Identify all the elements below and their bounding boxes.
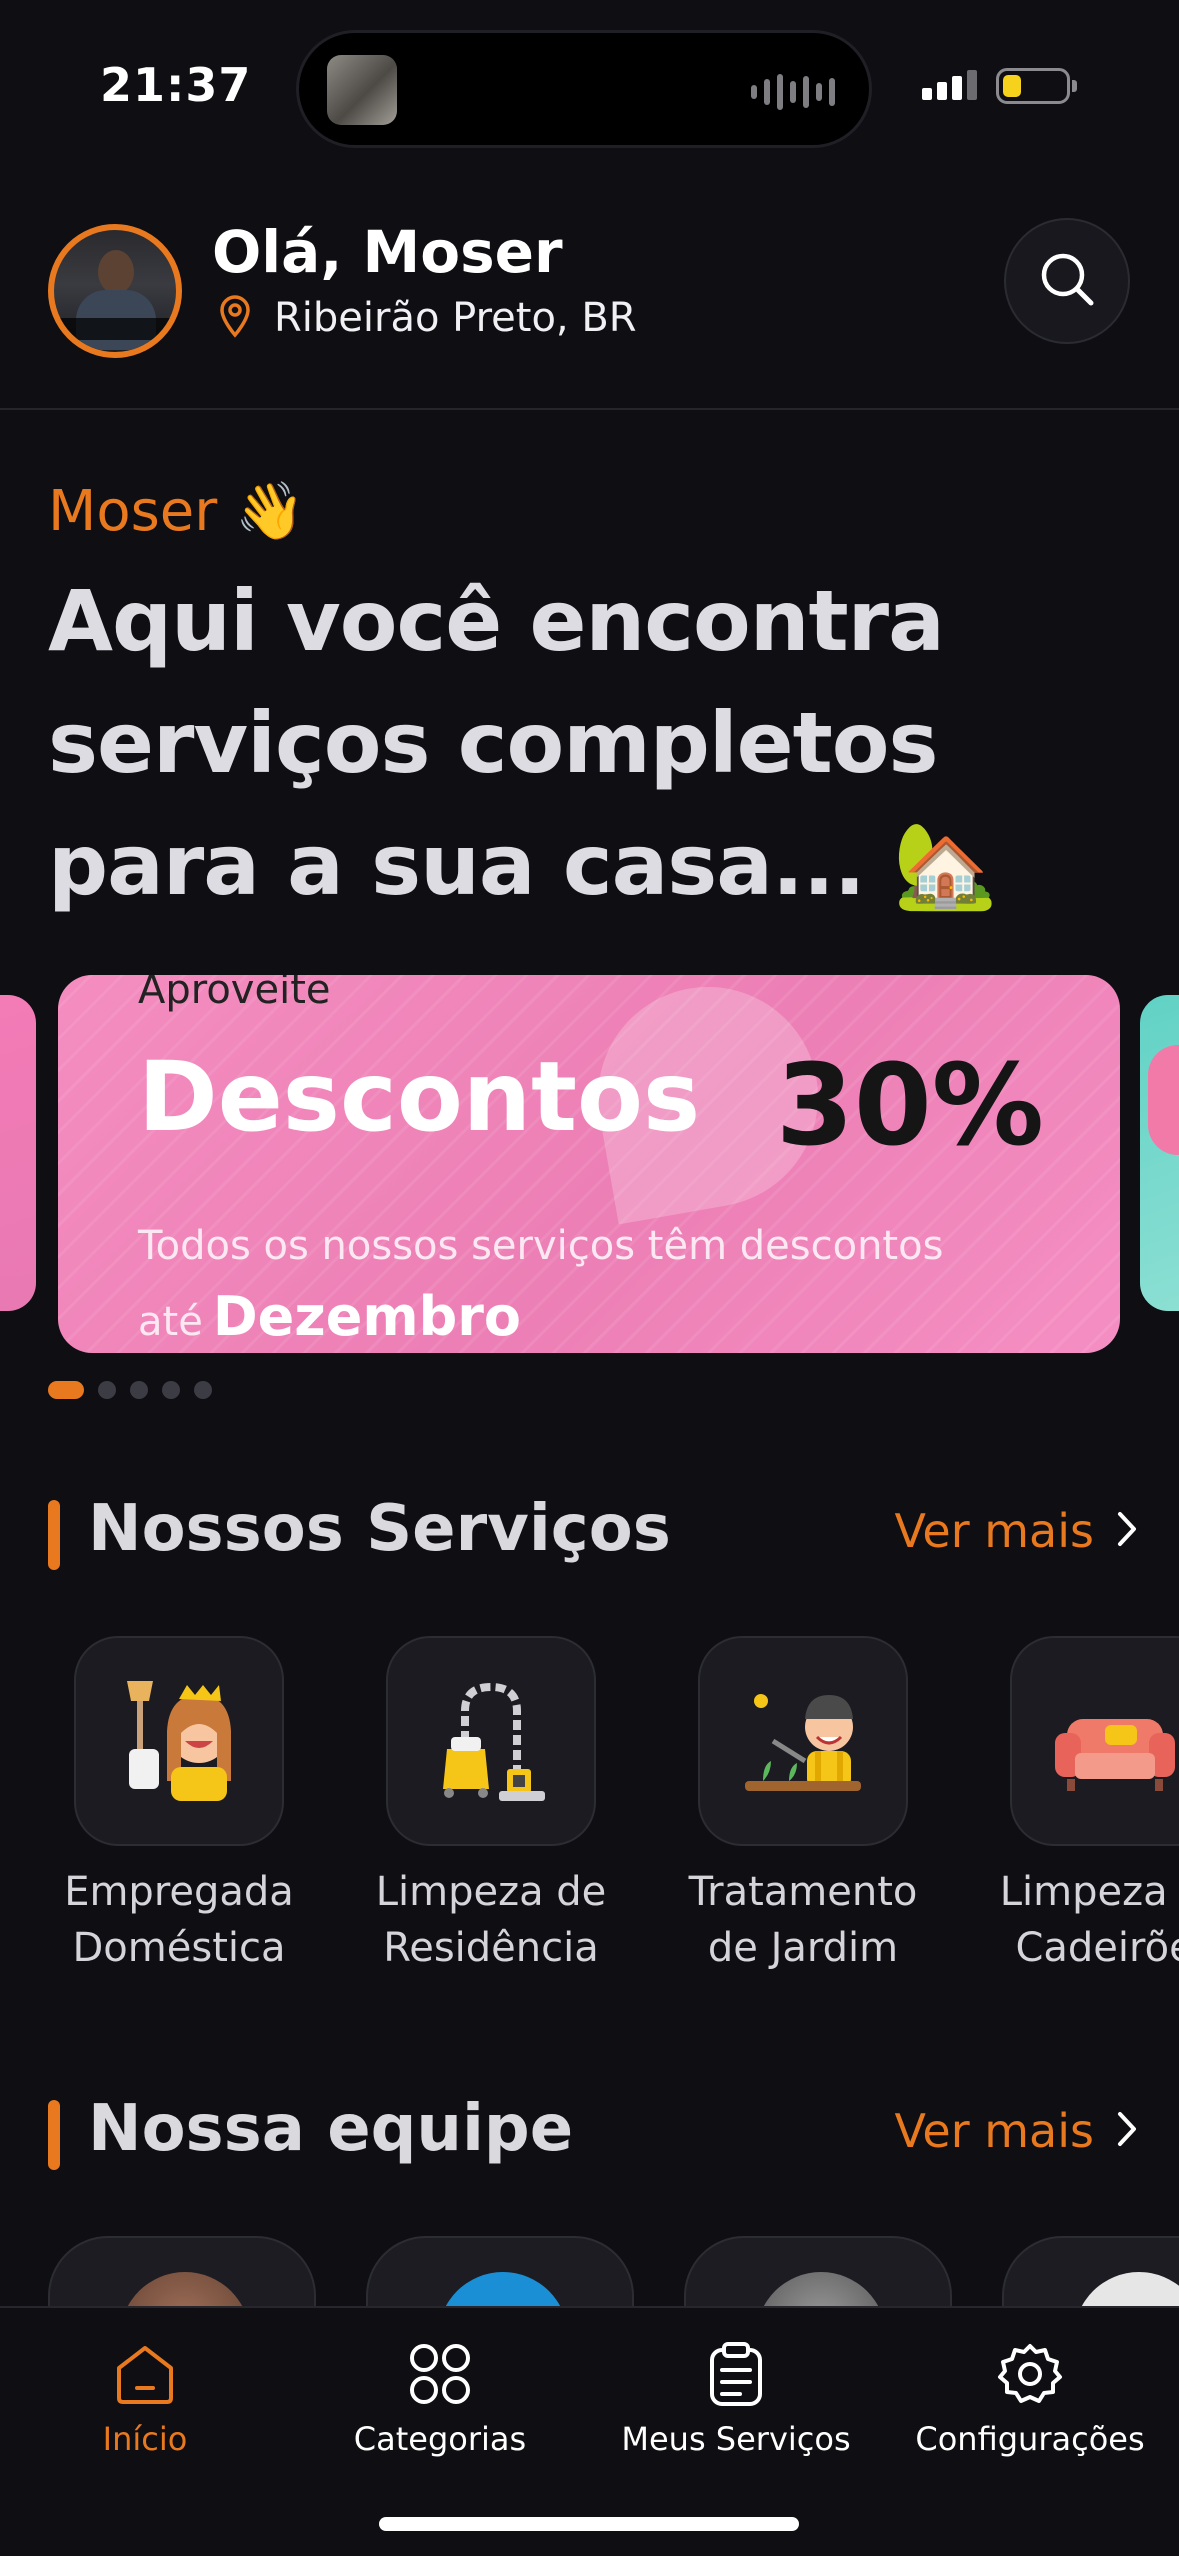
tab-label: Categorias [353,2420,527,2458]
promo-until-month: Dezembro [212,1285,521,1348]
promo-percent: 30% [775,1041,1044,1171]
services-list[interactable]: Empregada Doméstica Limpeza de Residênci… [0,1636,1179,1976]
see-more-label: Ver mais [894,1504,1094,1558]
team-list[interactable] [0,2236,1179,2306]
hero-title: Aqui você encontra serviços completos pa… [48,572,998,914]
promo-description: Todos os nossos serviços têm descontos [138,1223,944,1269]
battery-icon [996,68,1077,104]
carousel-pagination [48,1381,212,1399]
section-accent-bar [48,2100,60,2170]
next-promo-card[interactable] [1140,995,1179,1311]
greeting-text: Olá, Moser [212,218,563,286]
team-member-photo [756,2272,886,2306]
home-icon [0,2328,290,2420]
team-section-header: Nossa equipe Ver mais [48,2090,1138,2170]
pagination-dot[interactable] [162,1381,180,1399]
service-label: Tratamento de Jardim [688,1869,918,1971]
services-title: Nossos Serviços [88,1492,671,1566]
service-label: Limpeza de Residência [375,1869,607,1971]
team-member-photo [438,2272,568,2306]
service-label: Limpeza de Cadeirões [999,1869,1179,1971]
user-location[interactable]: Ribeirão Preto, BR [218,294,637,342]
team-see-more-link[interactable]: Ver mais [895,2104,1138,2158]
pagination-dot[interactable] [194,1381,212,1399]
now-playing-thumbnail [327,55,397,125]
tab-configuracoes[interactable]: Configurações [885,2328,1175,2458]
services-see-more-link[interactable]: Ver mais [895,1504,1138,1558]
promo-until-prefix: até [138,1299,203,1345]
tab-categorias[interactable]: Categorias [295,2328,585,2458]
promo-kicker: Aproveite [138,975,331,1013]
pagination-dot[interactable] [130,1381,148,1399]
pagination-dot[interactable] [48,1381,84,1399]
app-header: Olá, Moser Ribeirão Preto, BR [0,200,1179,410]
location-pin-icon [218,294,252,342]
maid-icon [74,1636,284,1846]
team-member-photo [1074,2272,1179,2306]
see-more-label: Ver mais [894,2104,1094,2158]
chevron-right-icon [1116,2110,1138,2152]
promo-deadline: até Dezembro [138,1285,521,1348]
promo-carousel[interactable]: Aproveite Descontos 30% Todos os nossos … [0,975,1179,1355]
search-button[interactable] [1004,218,1130,344]
home-indicator[interactable] [379,2517,799,2531]
service-item[interactable]: Empregada Doméstica [59,1636,299,1976]
status-bar: 21:37 [0,0,1179,170]
previous-promo-card[interactable] [0,995,36,1311]
team-member-card[interactable] [684,2236,952,2306]
tab-meus-servicos[interactable]: Meus Serviços [591,2328,881,2458]
services-section-header: Nossos Serviços Ver mais [48,1490,1138,1570]
cellular-signal-icon [922,70,977,100]
chevron-right-icon [1116,1510,1138,1552]
hero-username: Moser 👋 [48,479,305,544]
promo-banner[interactable]: Aproveite Descontos 30% Todos os nossos … [58,975,1120,1353]
search-icon [1036,248,1098,314]
pagination-dot[interactable] [98,1381,116,1399]
dynamic-island[interactable] [296,30,872,148]
gear-icon [885,2328,1175,2420]
service-item[interactable]: Limpeza de Residência [371,1636,611,1976]
categories-icon [295,2328,585,2420]
user-avatar[interactable] [48,224,182,358]
team-member-photo [120,2272,250,2306]
status-time: 21:37 [100,58,252,112]
team-member-card[interactable] [48,2236,316,2306]
tab-inicio[interactable]: Início [0,2328,290,2458]
promo-title: Descontos [138,1041,701,1153]
tab-label: Início [102,2420,188,2458]
service-label: Empregada Doméstica [64,1869,294,1971]
vacuum-cleaner-icon [386,1636,596,1846]
clipboard-icon [591,2328,881,2420]
tab-label: Meus Serviços [621,2420,851,2458]
location-text: Ribeirão Preto, BR [274,295,637,341]
section-accent-bar [48,1500,60,1570]
audio-wave-icon [751,73,835,111]
service-item[interactable]: Limpeza de Cadeirões [995,1636,1179,1976]
service-item[interactable]: Tratamento de Jardim [683,1636,923,1976]
team-member-card[interactable] [366,2236,634,2306]
team-member-card[interactable] [1002,2236,1179,2306]
gardener-icon [698,1636,908,1846]
sofa-icon [1010,1636,1179,1846]
team-title: Nossa equipe [88,2092,574,2166]
tab-label: Configurações [915,2420,1145,2458]
